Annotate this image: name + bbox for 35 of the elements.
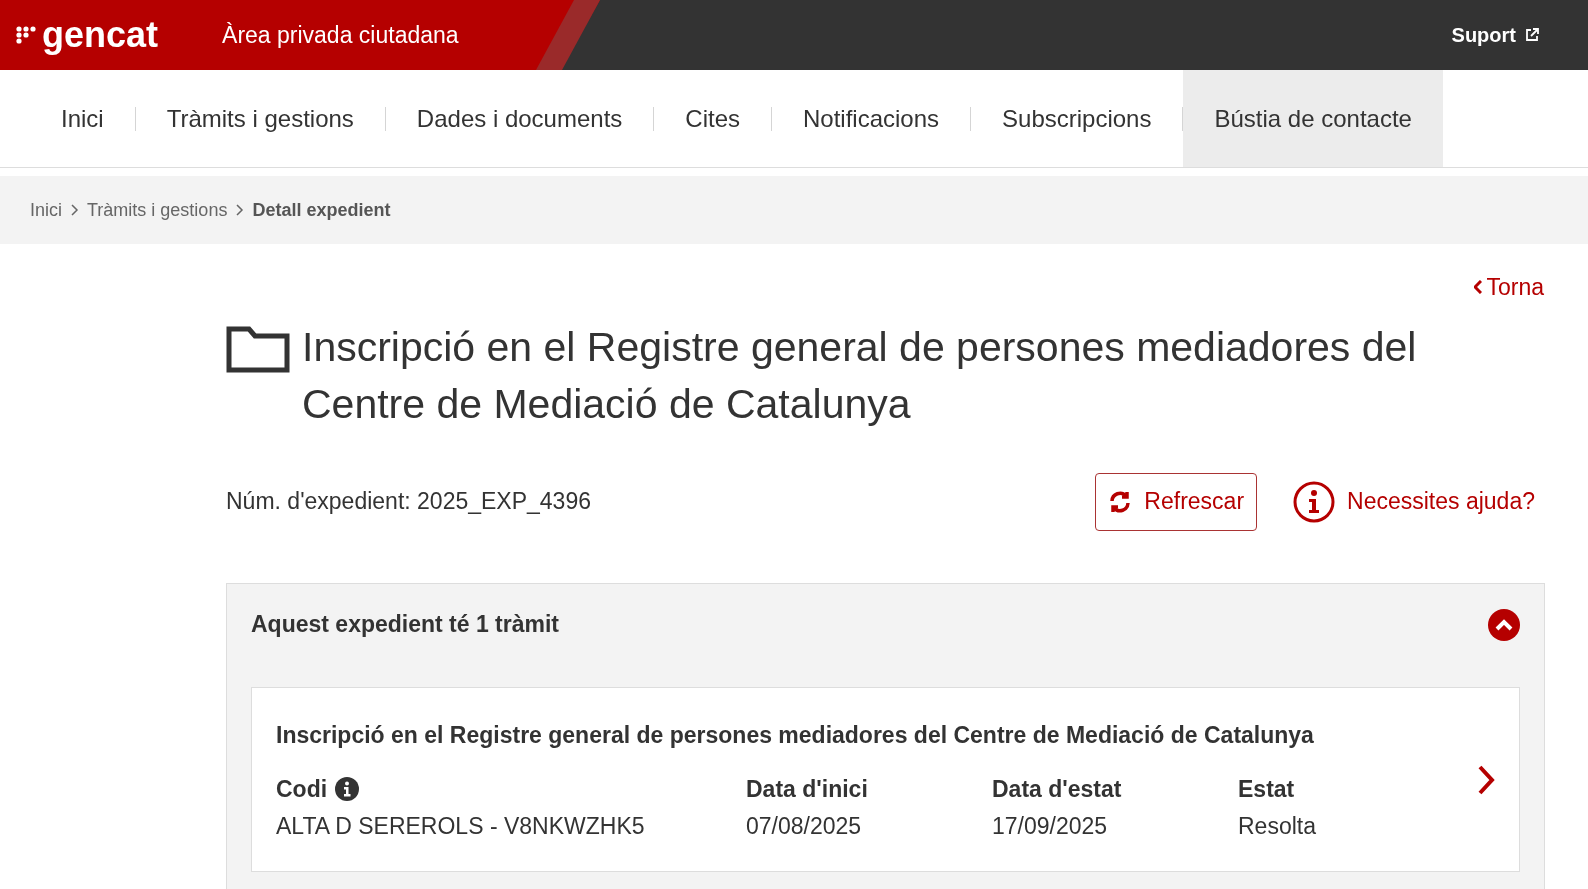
refresh-button[interactable]: Refrescar: [1095, 472, 1258, 531]
refresh-icon: [1108, 489, 1133, 514]
field-value: 07/08/2025: [746, 811, 863, 841]
accordion-title: Aquest expedient té 1 tràmit: [251, 610, 560, 640]
field-value: 17/09/2025: [992, 811, 1109, 841]
breadcrumb-current: Detall expedient: [252, 198, 391, 222]
folder-icon: [226, 324, 290, 373]
external-link-icon: [1524, 27, 1540, 43]
field-label: Estat: [1238, 775, 1295, 804]
back-link[interactable]: Torna: [1474, 270, 1544, 305]
help-link[interactable]: Necessites ajuda?: [1293, 480, 1535, 523]
procedure-title: Inscripció en el Registre general de persones mediadores del Centre de Mediació de Catalunya: [276, 720, 1315, 750]
field-value: Resolta: [1238, 811, 1317, 841]
nav-tab[interactable]: Bústia de contacte: [1183, 70, 1443, 167]
info-icon: [1293, 480, 1336, 523]
breadcrumb-link[interactable]: Inici: [30, 196, 62, 224]
field-label: Codi: [276, 775, 328, 804]
field-label: Data d'inici: [746, 775, 868, 804]
procedure-card[interactable]: Inscripció en el Registre general de persones mediadores del Centre de Mediació de Catalunya Codi ALTA D SEREROLS - V8NKWZHK5 Data d'inici 07/08/2025 Data d'estat 17/09/2025 Estat Resolta: [251, 686, 1520, 872]
chevron-right-icon[interactable]: [1477, 765, 1495, 796]
chevron-up-icon: [1495, 618, 1513, 631]
collapse-button[interactable]: [1488, 608, 1520, 641]
logo-dots-icon: [16, 25, 38, 45]
field-label: Data d'estat: [992, 775, 1122, 804]
page-title: Inscripció en el Registre general de persones mediadores del Centre de Mediació de Catalunya: [302, 322, 1418, 429]
field-value: ALTA D SEREROLS - V8NKWZHK5: [276, 811, 646, 841]
chevron-right-icon: [235, 204, 245, 216]
gencat-logo[interactable]: gencat: [16, 17, 159, 53]
header-title: Àrea privada ciutadana: [222, 20, 459, 50]
chevron-left-icon: [1474, 280, 1483, 295]
file-number: Núm. d'expedient: 2025_EXP_4396: [226, 487, 591, 517]
breadcrumb-link[interactable]: Tràmits i gestions: [87, 196, 228, 224]
support-link[interactable]: Suport: [1451, 20, 1540, 50]
chevron-right-icon: [70, 204, 79, 216]
info-icon[interactable]: [335, 777, 360, 802]
